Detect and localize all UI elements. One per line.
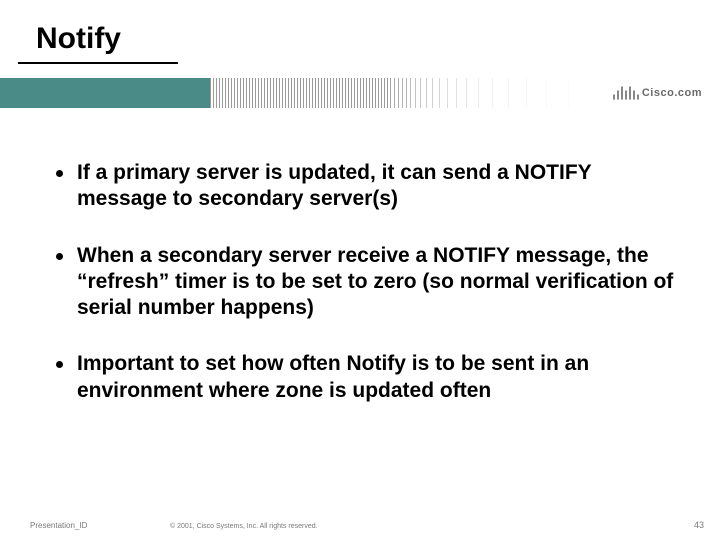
title-underline [18, 62, 178, 64]
bullet-item: If a primary server is updated, it can s… [56, 160, 680, 213]
band-left-block [0, 78, 210, 108]
brand-text: Cisco.com [642, 87, 702, 99]
bullet-dot-icon [56, 253, 63, 260]
footer-presentation-id: Presentation_ID [30, 521, 87, 530]
band-bars-icon [210, 78, 590, 108]
cisco-bridge-icon [612, 83, 640, 103]
footer-page-number: 43 [694, 520, 704, 530]
header-band: Cisco.com [0, 78, 720, 108]
bullet-item: When a secondary server receive a NOTIFY… [56, 243, 680, 322]
bullet-text: If a primary server is updated, it can s… [77, 160, 677, 213]
footer-copyright: © 2001, Cisco Systems, Inc. All rights r… [170, 523, 318, 530]
bullet-item: Important to set how often Notify is to … [56, 351, 680, 404]
bullet-text: Important to set how often Notify is to … [77, 351, 677, 404]
footer: Presentation_ID © 2001, Cisco Systems, I… [0, 512, 720, 530]
bullet-text: When a secondary server receive a NOTIFY… [77, 243, 677, 322]
slide-title: Notify [36, 22, 121, 56]
bullet-dot-icon [56, 170, 63, 177]
cisco-logo: Cisco.com [612, 81, 702, 105]
bullet-dot-icon [56, 361, 63, 368]
slide: Notify [0, 0, 720, 540]
content-area: If a primary server is updated, it can s… [56, 160, 680, 434]
